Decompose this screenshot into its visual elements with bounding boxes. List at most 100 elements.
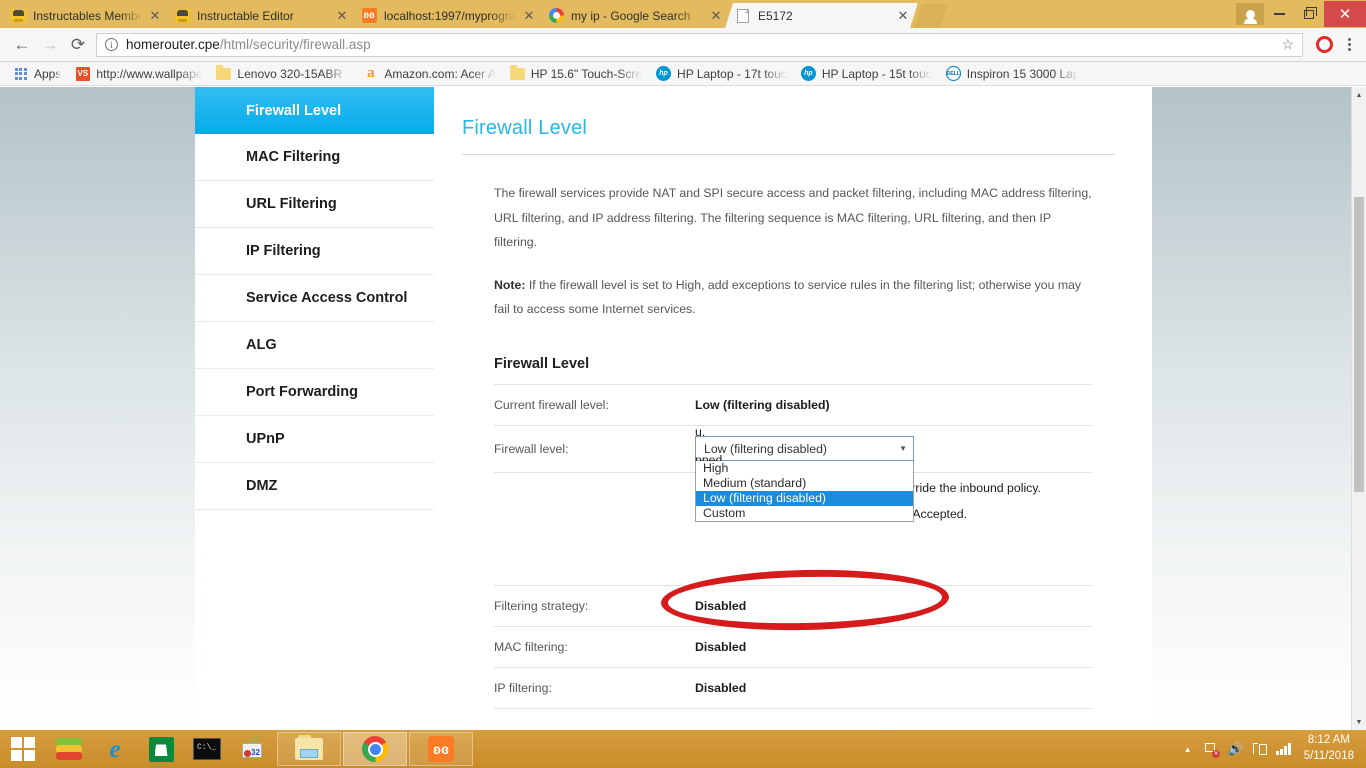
scroll-down-arrow-icon[interactable]: ▼ (1352, 714, 1366, 730)
tab-strip: Instructables Member : A ✕ Instructable … (0, 0, 1366, 28)
browser-tab-active[interactable]: E5172 ✕ (725, 3, 918, 28)
back-icon[interactable]: ← (8, 31, 36, 59)
signal-bars-icon[interactable] (1272, 730, 1296, 768)
amazon-icon: a (367, 65, 375, 81)
bookmark-item[interactable]: hp HP Laptop - 15t touc (794, 66, 939, 81)
profile-avatar[interactable] (1236, 3, 1264, 25)
vs-icon: VS (75, 66, 90, 81)
windows-start-icon[interactable] (0, 730, 46, 768)
chrome-menu-icon[interactable] (1340, 38, 1358, 51)
sidebar-item-port-forwarding[interactable]: Port Forwarding (195, 369, 434, 416)
chevron-down-icon[interactable]: ▼ (899, 444, 907, 453)
sidebar-item-upnp[interactable]: UPnP (195, 416, 434, 463)
volume-icon[interactable]: 🔊 (1224, 730, 1248, 768)
sidebar-item-ip-filtering[interactable]: IP Filtering (195, 228, 434, 275)
site-info-icon[interactable]: i (105, 38, 118, 51)
xampp-button[interactable]: ʚɞ (409, 732, 473, 766)
close-window-button[interactable]: ✕ (1324, 1, 1366, 27)
router-admin-panel: Firewall Level MAC Filtering URL Filteri… (195, 87, 1152, 730)
intro-paragraph: The firewall services provide NAT and SP… (494, 186, 1092, 250)
command-prompt-icon[interactable] (184, 730, 230, 768)
minimize-button[interactable] (1264, 3, 1294, 25)
sidebar-item-service-access-control[interactable]: Service Access Control (195, 275, 434, 322)
window-controls: ✕ (1236, 0, 1366, 28)
xampp-icon: ʚɞ (361, 8, 377, 24)
internet-explorer-icon[interactable]: e (92, 730, 138, 768)
scroll-up-arrow-icon[interactable]: ▲ (1352, 87, 1366, 103)
close-icon[interactable]: ✕ (146, 7, 164, 25)
sidebar-item-dmz[interactable]: DMZ (195, 463, 434, 510)
sidebar-item-label: Firewall Level (246, 102, 342, 119)
sidebar-item-mac-filtering[interactable]: MAC Filtering (195, 134, 434, 181)
clock-date: 5/11/2018 (1303, 750, 1354, 762)
instructables-icon (174, 8, 190, 24)
option-custom[interactable]: Custom (696, 506, 913, 521)
option-high[interactable]: High (696, 461, 913, 476)
bookmark-item[interactable]: hp HP Laptop - 17t touc (649, 66, 794, 81)
close-icon[interactable]: ✕ (894, 7, 912, 25)
hp-icon: hp (800, 66, 816, 81)
firewall-level-options-list: High Medium (standard) Low (filtering di… (695, 461, 914, 523)
current-level-label: Current firewall level: (494, 397, 609, 412)
sidebar-item-label: ALG (246, 337, 277, 353)
close-icon[interactable]: ✕ (707, 7, 725, 25)
new-tab-button[interactable] (914, 4, 948, 28)
close-icon[interactable]: ✕ (333, 7, 351, 25)
option-medium[interactable]: Medium (standard) (696, 476, 913, 491)
opera-extension-icon[interactable] (1316, 36, 1333, 53)
restore-button[interactable] (1294, 3, 1324, 25)
sidebar-nav: Firewall Level MAC Filtering URL Filteri… (195, 87, 434, 510)
bookmark-apps[interactable]: Apps (6, 66, 68, 81)
bookmark-item[interactable]: a Amazon.com: Acer A (356, 66, 502, 81)
bookmark-label: http://www.wallpape (96, 66, 203, 81)
sidebar-item-firewall-level[interactable]: Firewall Level (195, 87, 434, 134)
firewall-level-select[interactable]: Low (filtering disabled) ▼ (695, 436, 914, 462)
dell-icon: DELL (945, 66, 961, 81)
sidebar-item-label: Service Access Control (246, 290, 408, 306)
tab-title: Instructables Member : A (33, 8, 142, 23)
win32-app-icon[interactable]: 32 (230, 730, 276, 768)
show-hidden-icons-icon[interactable]: ▲ (1176, 730, 1200, 768)
bookmarks-bar: Apps VS http://www.wallpape Lenovo 320-1… (0, 62, 1366, 86)
sidebar-item-alg[interactable]: ALG (195, 322, 434, 369)
row-label: IP filtering: (494, 680, 552, 695)
bookmark-star-icon[interactable]: ☆ (1281, 36, 1294, 53)
sidebar-item-url-filtering[interactable]: URL Filtering (195, 181, 434, 228)
bookmark-label: Amazon.com: Acer A (384, 66, 496, 81)
row-label: MAC filtering: (494, 639, 568, 654)
current-level-value: Low (filtering disabled) (695, 397, 830, 412)
sidebar-item-label: DMZ (246, 478, 278, 494)
browser-tab[interactable]: ʚɞ localhost:1997/myprogra ✕ (351, 3, 544, 28)
clock[interactable]: 8:12 AM 5/11/2018 (1296, 733, 1358, 764)
folder-icon (216, 65, 232, 81)
note-label: Note: (494, 277, 526, 292)
file-explorer-button[interactable] (277, 732, 341, 766)
bookmark-item[interactable]: VS http://www.wallpape (68, 66, 209, 81)
browser-tab[interactable]: Instructables Member : A ✕ (0, 3, 170, 28)
chrome-button[interactable] (343, 732, 407, 766)
close-icon[interactable]: ✕ (520, 7, 538, 25)
browser-tab[interactable]: my ip - Google Search ✕ (538, 3, 731, 28)
tab-title: E5172 (758, 8, 793, 23)
address-bar[interactable]: i homerouter.cpe /html/security/firewall… (96, 32, 1303, 57)
firewall-level-label: Firewall level: (494, 441, 569, 456)
bluestacks-icon[interactable] (46, 730, 92, 768)
browser-tab[interactable]: Instructable Editor ✕ (164, 3, 357, 28)
network-flag-icon[interactable]: ✕ (1200, 730, 1224, 768)
document-icon (735, 8, 751, 24)
clock-time: 8:12 AM (1307, 734, 1350, 747)
windows-taskbar: e 32 ʚɞ ▲ ✕ 🔊 8:12 AM 5/11/2018 (0, 730, 1366, 768)
bookmark-item[interactable]: HP 15.6" Touch-Scre (503, 65, 649, 81)
scrollbar-thumb[interactable] (1354, 197, 1364, 492)
firewall-level-select-wrap: Low (filtering disabled) ▼ High Medium (… (695, 436, 914, 523)
battery-icon[interactable] (1248, 730, 1272, 768)
bookmark-item[interactable]: DELL Inspiron 15 3000 Lap (939, 66, 1086, 81)
bookmark-item[interactable]: Lenovo 320-15ABR 1 (209, 65, 356, 81)
google-icon (548, 8, 564, 24)
row-value: Disabled (695, 639, 747, 654)
vertical-scrollbar[interactable]: ▲ ▼ (1351, 87, 1366, 730)
forward-icon[interactable]: → (36, 31, 64, 59)
reload-icon[interactable]: ⟳ (64, 31, 92, 59)
microsoft-store-icon[interactable] (138, 730, 184, 768)
option-low[interactable]: Low (filtering disabled) (696, 491, 913, 507)
